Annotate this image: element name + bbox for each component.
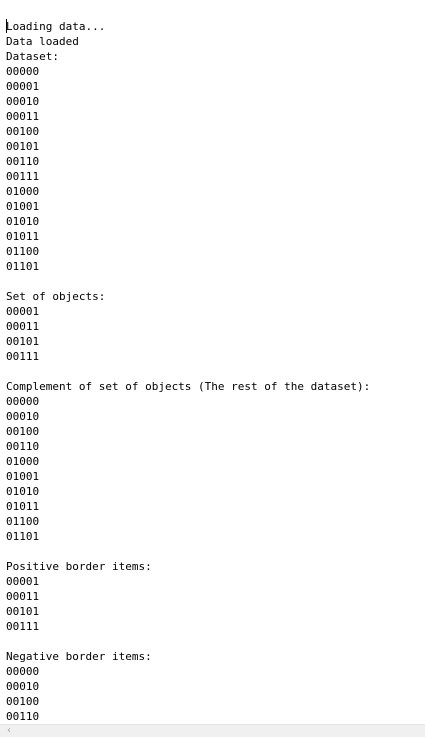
- console-line: 00101: [6, 335, 40, 348]
- console-line: 00111: [6, 350, 40, 363]
- console-line: Set of objects:: [6, 290, 106, 303]
- console-line: 00010: [6, 410, 40, 423]
- console-line: Positive border items:: [6, 560, 152, 573]
- console-line: 00001: [6, 80, 40, 93]
- console-line: 01001: [6, 470, 40, 483]
- console-line: 01001: [6, 200, 40, 213]
- console-line: 01101: [6, 260, 40, 273]
- console-line: 00111: [6, 170, 40, 183]
- chevron-left-icon[interactable]: ‹: [4, 726, 14, 736]
- text-caret: [6, 19, 7, 33]
- console-line: 00000: [6, 665, 40, 678]
- console-line: 00110: [6, 155, 40, 168]
- console-line: 00110: [6, 710, 40, 723]
- console-line: 01011: [6, 230, 40, 243]
- console-line: 01010: [6, 215, 40, 228]
- console-line: Data loaded: [6, 35, 79, 48]
- console-line: 01011: [6, 500, 40, 513]
- console-line: Negative border items:: [6, 650, 152, 663]
- console-line: 01000: [6, 455, 40, 468]
- console-line: Dataset:: [6, 50, 59, 63]
- console-line: 01101: [6, 530, 40, 543]
- console-line: Loading data...: [6, 20, 106, 33]
- console-line: 00011: [6, 590, 40, 603]
- console-text: Loading data... Data loaded Dataset: 00000 0…: [6, 19, 370, 724]
- console-line: 00100: [6, 425, 40, 438]
- console-line: 00110: [6, 440, 40, 453]
- console-line: 00111: [6, 620, 40, 633]
- console-line: 01010: [6, 485, 40, 498]
- console-line: 00100: [6, 125, 40, 138]
- console-line: 01100: [6, 515, 40, 528]
- console-line: 00010: [6, 95, 40, 108]
- console-line: 00000: [6, 395, 40, 408]
- console-line: 00100: [6, 695, 40, 708]
- console-line: 00001: [6, 575, 40, 588]
- console-line: 01000: [6, 185, 40, 198]
- console-line: Complement of set of objects (The rest o…: [6, 380, 371, 393]
- console-line: 00011: [6, 110, 40, 123]
- horizontal-scrollbar[interactable]: ‹: [0, 724, 425, 737]
- console-line: 00000: [6, 65, 40, 78]
- console-line: 01100: [6, 245, 40, 258]
- console-line: 00101: [6, 605, 40, 618]
- console-output-area[interactable]: Loading data... Data loaded Dataset: 00000 0…: [0, 0, 425, 724]
- console-line: 00101: [6, 140, 40, 153]
- console-line: 00010: [6, 680, 40, 693]
- console-line: 00001: [6, 305, 40, 318]
- console-line: 00011: [6, 320, 40, 333]
